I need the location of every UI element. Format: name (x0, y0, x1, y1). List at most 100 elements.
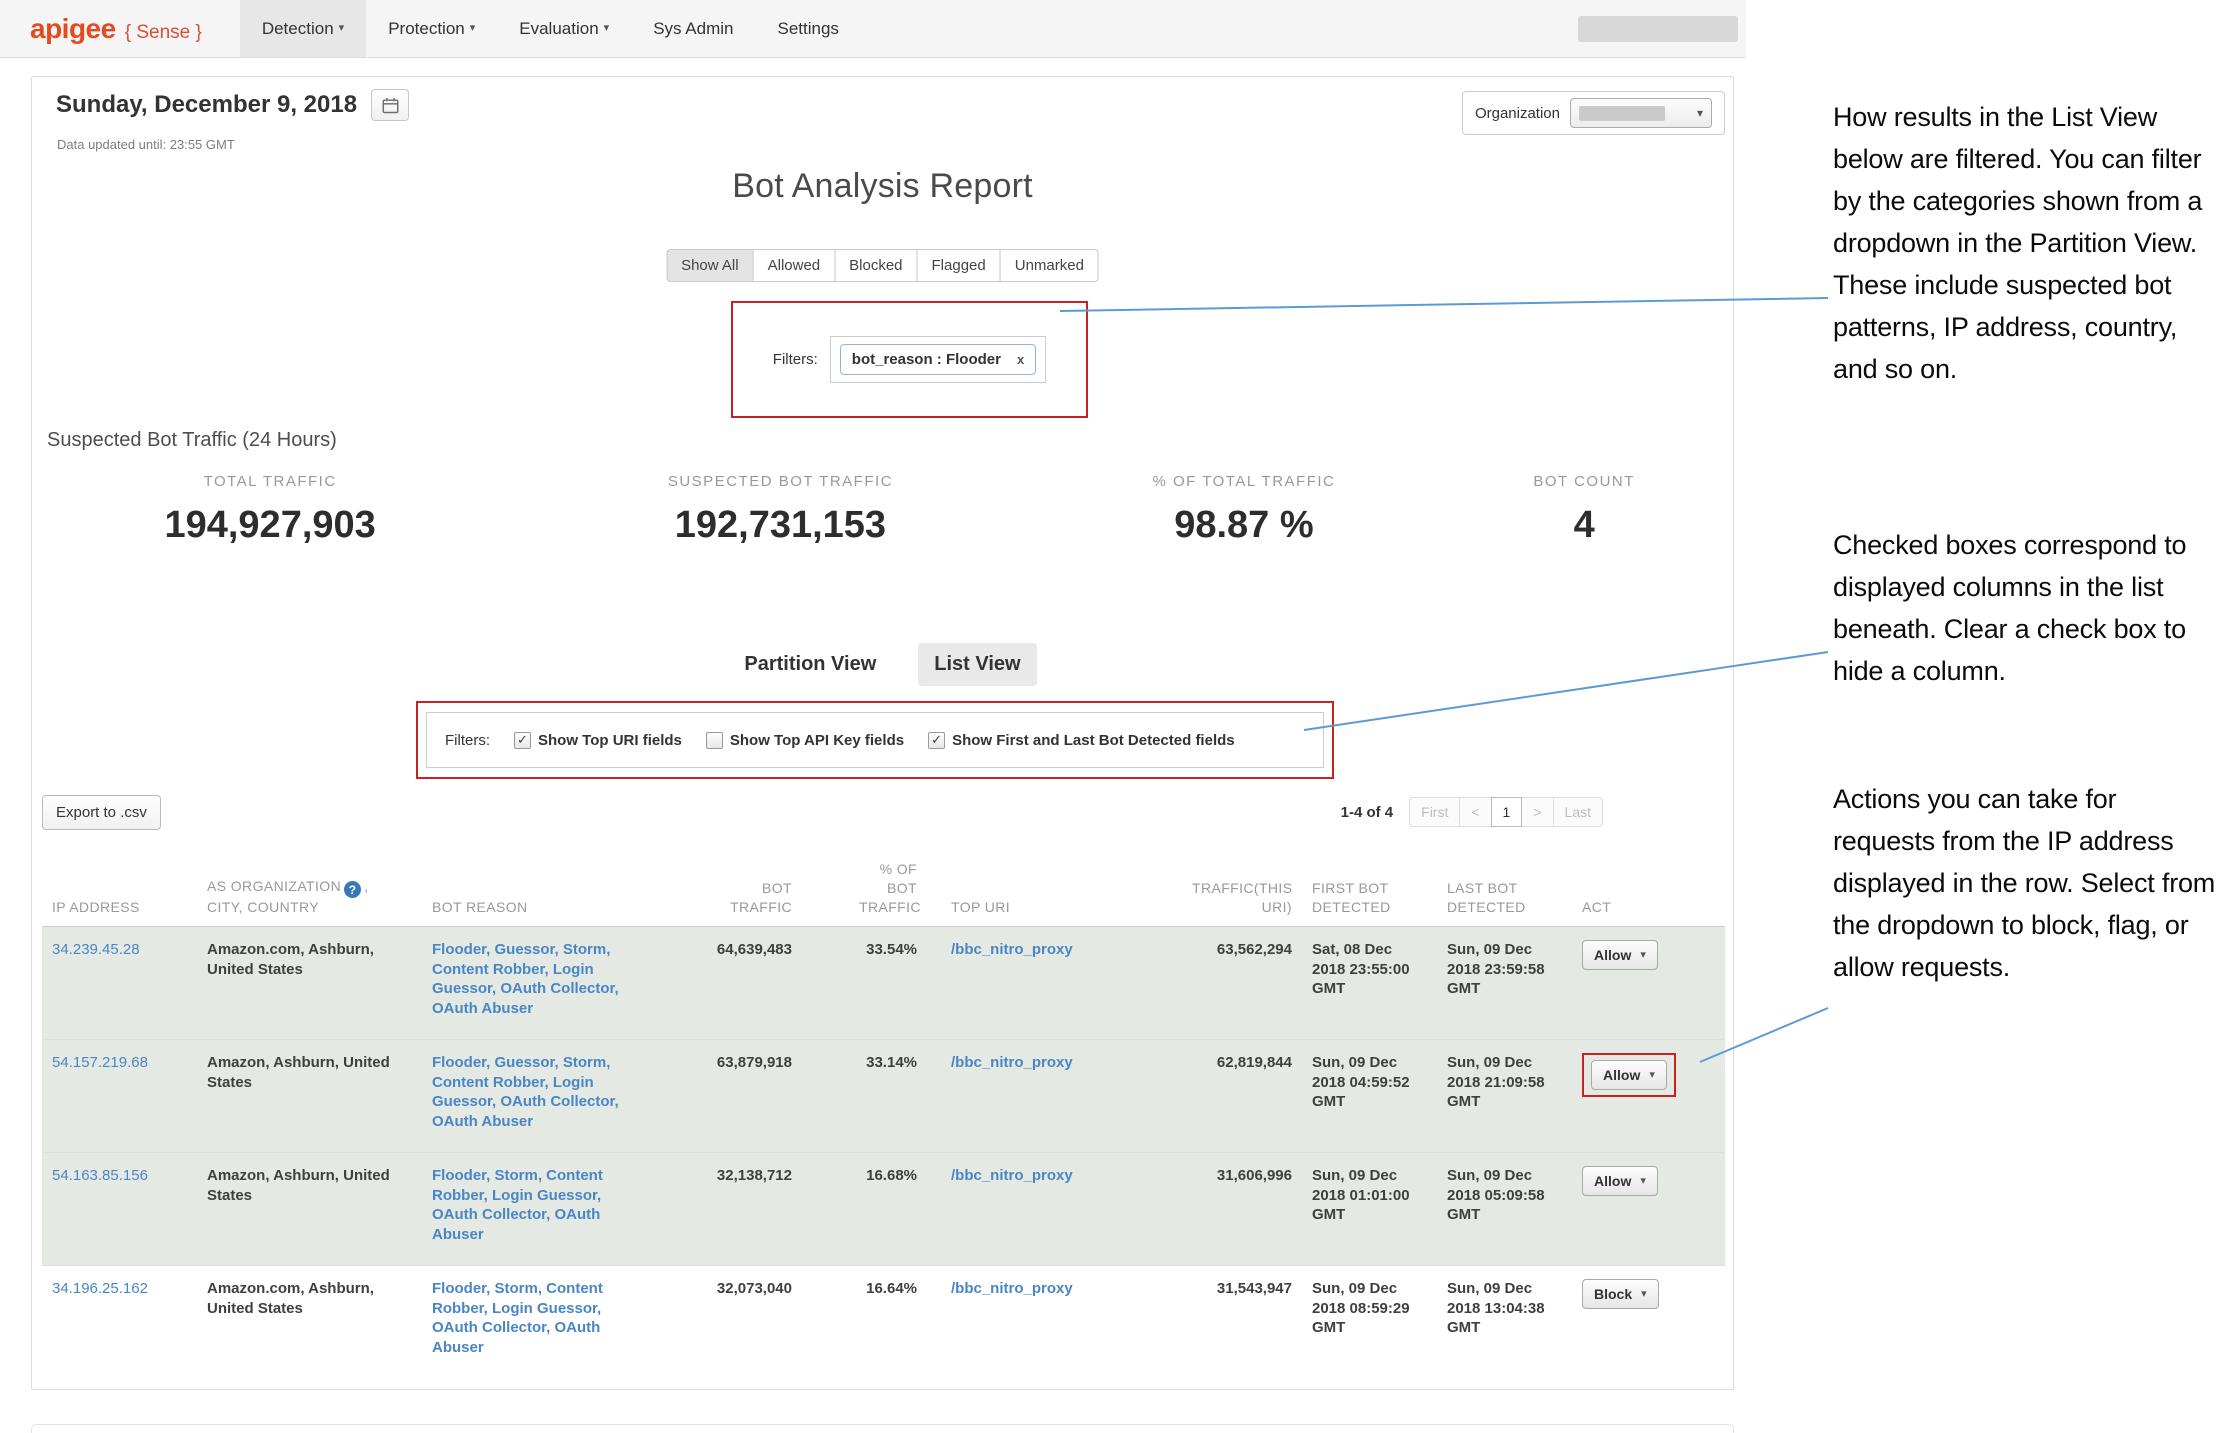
nav-item-sys-admin[interactable]: Sys Admin (631, 0, 755, 57)
annotation-actions-note: Actions you can take for requests from t… (1833, 778, 2216, 988)
filter-show-first-last-detected[interactable]: ✓ Show First and Last Bot Detected field… (928, 732, 1235, 749)
column-header-top-uri[interactable]: TOP URI (927, 898, 1127, 917)
tab-flagged[interactable]: Flagged (917, 249, 1001, 282)
top-uri-link[interactable]: /bbc_nitro_proxy (951, 1054, 1073, 1071)
stat-value: 194,927,903 (32, 504, 508, 547)
tab-show-all[interactable]: Show All (666, 249, 754, 282)
bot-reason-links[interactable]: Flooder, Guessor, Storm, Content Robber,… (432, 1054, 619, 1130)
ip-address-link[interactable]: 34.239.45.28 (52, 941, 140, 958)
organization-dropdown[interactable]: ▾ (1570, 98, 1712, 128)
table-row: 34.196.25.162 Amazon.com, Ashburn, Unite… (42, 1266, 1725, 1379)
ip-address-link[interactable]: 54.163.85.156 (52, 1167, 148, 1184)
checkbox-top-api-key[interactable]: ✓ (706, 732, 723, 749)
filters-bar: Filters: bot_reason : Flooder x (773, 336, 1046, 383)
annotation-box-action-dropdown: Allow ▾ (1582, 1053, 1676, 1097)
cell-traffic-this-uri: 31,606,996 (1127, 1166, 1302, 1186)
checkbox-top-uri[interactable]: ✓ (514, 732, 531, 749)
bot-reason-links[interactable]: Flooder, Guessor, Storm, Content Robber,… (432, 941, 619, 1017)
user-account-redacted[interactable] (1578, 16, 1738, 42)
calendar-icon (382, 97, 399, 114)
chevron-down-icon: ▾ (1640, 1176, 1646, 1187)
bot-reason-links[interactable]: Flooder, Storm, Content Robber, Login Gu… (432, 1280, 603, 1356)
chevron-down-icon: ▾ (604, 23, 610, 34)
remove-filter-icon[interactable]: x (1017, 352, 1024, 367)
date-row: Sunday, December 9, 2018 (56, 89, 409, 121)
header-text: TRAFFIC(THIS URI) (1192, 879, 1292, 917)
column-filters-bar: Filters: ✓ Show Top URI fields ✓ Show To… (426, 712, 1324, 768)
column-header-bot-traffic[interactable]: BOT TRAFFIC (652, 879, 802, 917)
top-uri-link[interactable]: /bbc_nitro_proxy (951, 1167, 1073, 1184)
column-header-act: ACT (1572, 898, 1707, 917)
help-icon[interactable]: ? (344, 881, 361, 898)
tab-allowed[interactable]: Allowed (753, 249, 836, 282)
table-row: 54.163.85.156 Amazon, Ashburn, United St… (42, 1153, 1725, 1266)
tab-unmarked[interactable]: Unmarked (1000, 249, 1099, 282)
cell-bot-traffic: 63,879,918 (652, 1053, 802, 1073)
apigee-logo[interactable]: apigee { Sense } (30, 13, 202, 45)
nav-item-protection[interactable]: Protection ▾ (366, 0, 497, 57)
calendar-button[interactable] (371, 89, 409, 121)
next-panel-edge (31, 1424, 1734, 1433)
header-text: , (364, 878, 368, 894)
header-text: % OF BOT TRAFFIC (859, 860, 917, 917)
annotation-box-filters: Filters: bot_reason : Flooder x (731, 301, 1088, 418)
export-csv-button[interactable]: Export to .csv (42, 795, 161, 830)
nav-item-label: Sys Admin (653, 19, 733, 39)
action-label: Allow (1594, 1173, 1631, 1189)
tab-blocked[interactable]: Blocked (834, 249, 917, 282)
filter-tag: bot_reason : Flooder x (840, 344, 1036, 375)
pagination-first[interactable]: First (1409, 797, 1460, 827)
cell-last-bot-detected: Sun, 09 Dec 2018 13:04:38 GMT (1437, 1279, 1572, 1338)
pagination-last[interactable]: Last (1553, 797, 1603, 827)
nav-item-settings[interactable]: Settings (756, 0, 861, 57)
stat-label: BOT COUNT (1435, 473, 1733, 490)
filter-show-top-api-key[interactable]: ✓ Show Top API Key fields (706, 732, 904, 749)
tab-list-view[interactable]: List View (918, 643, 1036, 686)
header-text: CITY, COUNTRY (207, 899, 319, 915)
apigee-logo-text: apigee (30, 13, 116, 45)
cell-first-bot-detected: Sun, 09 Dec 2018 08:59:29 GMT (1302, 1279, 1437, 1338)
column-header-bot-reason[interactable]: BOT REASON (422, 898, 652, 917)
chevron-down-icon: ▾ (339, 23, 345, 34)
checkbox-first-last-detected[interactable]: ✓ (928, 732, 945, 749)
action-dropdown[interactable]: Allow ▾ (1582, 940, 1658, 970)
filter-show-top-uri[interactable]: ✓ Show Top URI fields (514, 732, 682, 749)
filter-field[interactable]: bot_reason : Flooder x (830, 336, 1046, 383)
header-text: LAST BOT DETECTED (1447, 879, 1529, 917)
data-updated-text: Data updated until: 23:55 GMT (57, 137, 235, 152)
pagination-next[interactable]: > (1521, 797, 1553, 827)
cell-as-organization: Amazon, Ashburn, United States (197, 1053, 422, 1092)
tab-partition-view[interactable]: Partition View (728, 643, 892, 686)
nav-item-detection[interactable]: Detection ▾ (240, 0, 366, 57)
header-text: BOT TRAFFIC (730, 879, 792, 917)
column-header-first-bot-detected[interactable]: FIRST BOT DETECTED (1302, 879, 1437, 917)
filter-tag-label: bot_reason : Flooder (852, 351, 1001, 368)
cell-last-bot-detected: Sun, 09 Dec 2018 23:59:58 GMT (1437, 940, 1572, 999)
pagination-prev[interactable]: < (1459, 797, 1491, 827)
column-header-as-organization[interactable]: AS ORGANIZATION?, CITY, COUNTRY (197, 877, 422, 917)
action-dropdown[interactable]: Allow ▾ (1582, 1166, 1658, 1196)
bot-reason-links[interactable]: Flooder, Storm, Content Robber, Login Gu… (432, 1167, 603, 1243)
header-text: FIRST BOT DETECTED (1312, 879, 1394, 917)
main-nav: Detection ▾ Protection ▾ Evaluation ▾ Sy… (240, 0, 861, 57)
top-uri-link[interactable]: /bbc_nitro_proxy (951, 941, 1073, 958)
stat-value: 4 (1435, 504, 1733, 547)
checkbox-label: Show Top API Key fields (730, 732, 904, 749)
cell-bot-traffic: 64,639,483 (652, 940, 802, 960)
action-dropdown[interactable]: Block ▾ (1582, 1279, 1659, 1309)
column-header-ip-address[interactable]: IP ADDRESS (42, 898, 197, 917)
cell-first-bot-detected: Sun, 09 Dec 2018 04:59:52 GMT (1302, 1053, 1437, 1112)
top-uri-link[interactable]: /bbc_nitro_proxy (951, 1280, 1073, 1297)
ip-address-link[interactable]: 34.196.25.162 (52, 1280, 148, 1297)
pagination-page-1[interactable]: 1 (1491, 797, 1523, 827)
stat-bot-count: BOT COUNT 4 (1435, 473, 1733, 547)
action-dropdown[interactable]: Allow ▾ (1591, 1060, 1667, 1090)
cell-pct-bot-traffic: 16.68% (802, 1166, 927, 1186)
nav-item-label: Settings (778, 19, 839, 39)
column-header-traffic-this-uri[interactable]: TRAFFIC(THIS URI) (1127, 879, 1302, 917)
column-header-pct-bot-traffic[interactable]: % OF BOT TRAFFIC (802, 860, 927, 917)
ip-address-link[interactable]: 54.157.219.68 (52, 1054, 148, 1071)
column-header-last-bot-detected[interactable]: LAST BOT DETECTED (1437, 879, 1572, 917)
nav-item-evaluation[interactable]: Evaluation ▾ (497, 0, 631, 57)
chevron-down-icon: ▾ (470, 23, 476, 34)
